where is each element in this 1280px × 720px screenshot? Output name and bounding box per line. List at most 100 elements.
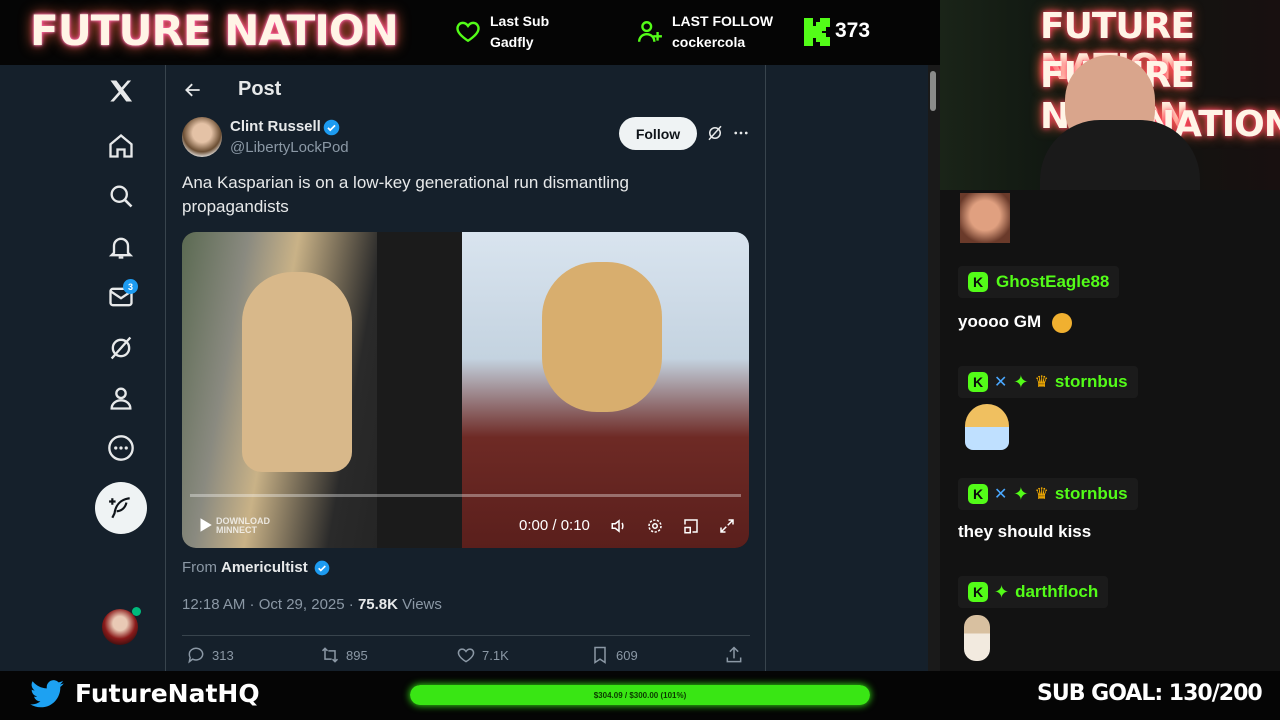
post-timestamp: 12:18 AM · Oct 29, 2025 · 75.8K Views xyxy=(182,596,442,613)
compose-post-button[interactable] xyxy=(95,482,147,534)
like-button[interactable]: 7.1K xyxy=(456,645,509,665)
like-count: 7.1K xyxy=(482,647,509,663)
chat-username[interactable]: darthfloch xyxy=(1015,582,1098,602)
video-player[interactable]: DOWNLOAD MINNECT 0:00 / 0:10 xyxy=(182,232,749,548)
post-text: Ana Kasparian is on a low-key generation… xyxy=(182,173,629,216)
bookmark-icon xyxy=(594,646,606,664)
reply-icon xyxy=(188,647,204,664)
add-user-icon xyxy=(637,21,662,42)
page-scrollbar[interactable] xyxy=(928,65,940,671)
bell-icon[interactable] xyxy=(107,233,135,261)
video-divider xyxy=(377,232,462,548)
chat-username-row: K ✕ ✦ ♛ stornbus xyxy=(958,366,1138,398)
heart-icon xyxy=(457,648,475,663)
kick-logo-icon xyxy=(804,18,830,46)
bookmark-count: 609 xyxy=(616,647,638,663)
crown-badge-icon: ♛ xyxy=(1034,374,1049,391)
more-icon[interactable] xyxy=(107,434,135,462)
chat-username-row: K ✦ darthfloch xyxy=(958,576,1109,608)
kick-badge-icon: K xyxy=(968,484,988,504)
online-dot xyxy=(132,607,141,616)
donation-progress-bar: $304.09 / $300.00 (101%) xyxy=(410,685,870,705)
twitter-page: 3 Post Clint Russell @LibertyLockPod Fol… xyxy=(0,65,940,671)
settings-icon[interactable] xyxy=(646,517,664,535)
chat-username[interactable]: GhostEagle88 xyxy=(996,272,1109,292)
video-watermark: DOWNLOAD MINNECT xyxy=(216,516,270,535)
twitter-bird-icon xyxy=(30,680,64,708)
video-person-left xyxy=(242,272,352,472)
sidebar-nav: 3 xyxy=(0,65,166,671)
mail-badge: 3 xyxy=(123,279,138,294)
stream-top-bar: FUTURE NATION Last Sub Gadfly LAST FOLLO… xyxy=(0,0,940,65)
picture-in-picture-icon[interactable] xyxy=(682,517,700,535)
from-label: From xyxy=(182,559,217,576)
author-handle[interactable]: @LibertyLockPod xyxy=(230,139,349,156)
video-time: 0:00 / 0:10 xyxy=(519,517,590,534)
post-column: Post Clint Russell @LibertyLockPod Follo… xyxy=(166,65,766,671)
sparkle-badge-icon: ✦ xyxy=(1013,371,1029,392)
sparkle-badge-icon: ✦ xyxy=(1013,483,1029,504)
chat-username[interactable]: stornbus xyxy=(1055,372,1128,392)
grok-icon[interactable] xyxy=(706,124,724,142)
divider xyxy=(182,635,750,636)
chat-username-row: K GhostEagle88 xyxy=(958,266,1120,298)
scrollbar-thumb[interactable] xyxy=(930,71,936,111)
grok-icon[interactable] xyxy=(107,334,135,362)
page-title: Post xyxy=(238,78,282,100)
chat-username[interactable]: stornbus xyxy=(1055,484,1128,504)
twitter-handle: FutureNatHQ xyxy=(75,679,260,708)
crown-badge-icon: ♛ xyxy=(1034,486,1049,503)
progress-text: $304.09 / $300.00 (101%) xyxy=(593,690,687,700)
author-name[interactable]: Clint Russell xyxy=(230,118,321,135)
volume-icon[interactable] xyxy=(610,517,628,535)
more-horizontal-icon[interactable] xyxy=(732,124,750,142)
repost-count: 895 xyxy=(346,647,368,663)
chat-message: yoooo GM xyxy=(958,312,1072,333)
viewer-count: 373 xyxy=(835,19,871,42)
search-icon[interactable] xyxy=(107,182,135,210)
play-icon[interactable] xyxy=(196,516,214,534)
sword-badge-icon: ✕ xyxy=(994,486,1008,503)
stream-bottom-bar: FutureNatHQ $304.09 / $300.00 (101%) SUB… xyxy=(0,671,1280,720)
feather-plus-icon xyxy=(109,497,130,519)
verified-badge-icon xyxy=(314,560,330,576)
cat-emote-icon xyxy=(964,615,990,661)
sun-emote-icon xyxy=(1051,312,1072,333)
last-sub-label: Last Sub xyxy=(490,13,550,29)
share-icon[interactable] xyxy=(724,645,744,665)
bookmark-button[interactable]: 609 xyxy=(590,645,638,665)
webcam-feed: FUTURE NATION FUTURE NATION NATION xyxy=(940,0,1280,190)
chat-message-text: they should kiss xyxy=(958,522,1092,541)
repost-icon xyxy=(321,647,339,663)
follow-button[interactable]: Follow xyxy=(619,117,697,150)
kick-badge-icon: K xyxy=(968,272,988,292)
views-label: Views xyxy=(402,596,442,613)
reply-count: 313 xyxy=(212,647,234,663)
from-account[interactable]: Americultist xyxy=(221,559,308,576)
back-arrow-icon[interactable] xyxy=(183,80,203,100)
video-person-right xyxy=(542,262,662,412)
fullscreen-icon[interactable] xyxy=(718,517,736,535)
sparkle-badge-icon: ✦ xyxy=(994,581,1010,602)
reply-button[interactable]: 313 xyxy=(186,645,234,665)
last-sub-value: Gadfly xyxy=(490,34,534,50)
chat-message-text: yoooo GM xyxy=(958,312,1042,331)
kick-badge-icon: K xyxy=(968,372,988,392)
x-logo-icon[interactable] xyxy=(107,77,135,105)
verified-badge-icon xyxy=(323,119,340,136)
author-avatar[interactable] xyxy=(182,117,222,157)
timestamp-text[interactable]: 12:18 AM · Oct 29, 2025 · xyxy=(182,596,354,613)
repost-button[interactable]: 895 xyxy=(320,645,368,665)
facepalm-emote-icon xyxy=(965,404,1009,450)
profile-icon[interactable] xyxy=(107,384,135,412)
sword-badge-icon: ✕ xyxy=(994,374,1008,391)
chat-emote-image xyxy=(960,193,1010,243)
chat-username-row: K ✕ ✦ ♛ stornbus xyxy=(958,478,1138,510)
last-follow-label: LAST FOLLOW xyxy=(672,13,774,29)
views-count: 75.8K xyxy=(357,596,398,613)
home-icon[interactable] xyxy=(107,132,135,160)
sub-goal-text: SUB GOAL: 130/200 xyxy=(1037,681,1263,706)
brand-logo: FUTURE NATION xyxy=(30,6,399,55)
kick-badge-icon: K xyxy=(968,582,988,602)
video-progress-track[interactable] xyxy=(190,494,741,497)
